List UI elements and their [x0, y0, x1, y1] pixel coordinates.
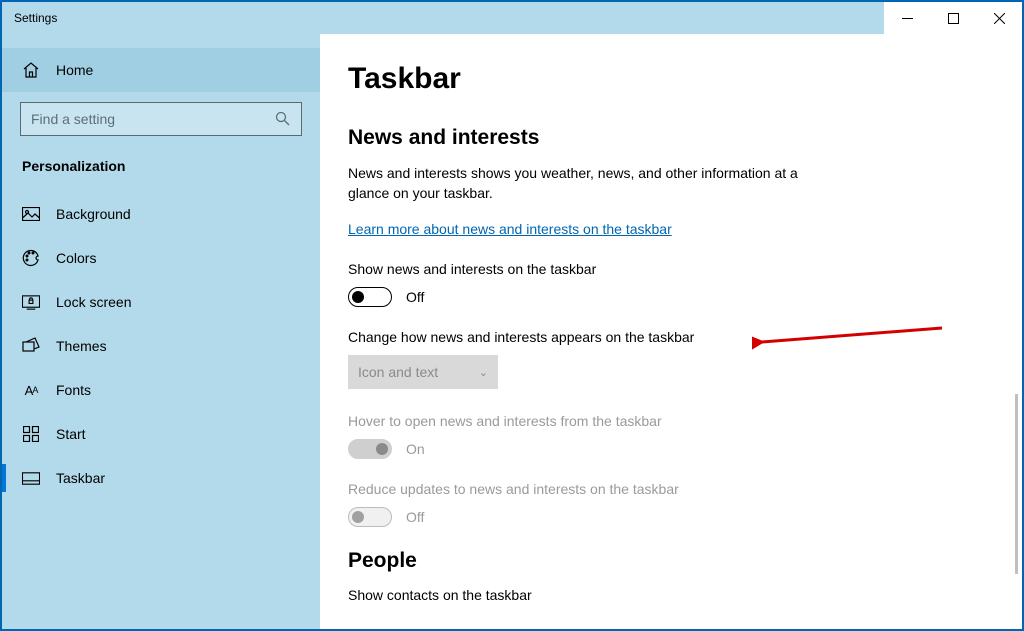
section-news-desc: News and interests shows you weather, ne…	[348, 164, 808, 203]
sidebar-item-label: Taskbar	[56, 470, 105, 486]
sidebar-item-label: Background	[56, 206, 131, 222]
show-news-state: Off	[406, 289, 424, 305]
hover-open-toggle	[348, 439, 392, 459]
show-news-toggle[interactable]	[348, 287, 392, 307]
settings-window: Settings Home	[0, 0, 1024, 631]
sidebar-item-background[interactable]: Background	[2, 192, 320, 236]
search-input[interactable]	[31, 111, 275, 127]
sidebar-item-themes[interactable]: Themes	[2, 324, 320, 368]
titlebar: Settings	[2, 2, 1022, 34]
themes-icon	[22, 337, 40, 355]
picture-icon	[22, 205, 40, 223]
section-news-heading: News and interests	[348, 126, 1022, 150]
sidebar-item-label: Start	[56, 426, 86, 442]
sidebar-item-fonts[interactable]: AA Fonts	[2, 368, 320, 412]
search-box[interactable]	[20, 102, 302, 136]
fonts-icon: AA	[22, 381, 40, 399]
chevron-down-icon: ⌄	[479, 366, 488, 379]
appearance-dropdown[interactable]: Icon and text ⌄	[348, 355, 498, 389]
sidebar-item-label: Fonts	[56, 382, 91, 398]
home-icon	[22, 61, 40, 79]
content-pane: Taskbar News and interests News and inte…	[320, 34, 1022, 629]
search-wrap	[2, 92, 320, 144]
hover-open-label: Hover to open news and interests from th…	[348, 413, 1022, 429]
sidebar-item-start[interactable]: Start	[2, 412, 320, 456]
appearance-label: Change how news and interests appears on…	[348, 329, 1022, 345]
reduce-updates-state: Off	[406, 509, 424, 525]
scrollbar[interactable]	[1015, 394, 1018, 574]
sidebar-item-label: Lock screen	[56, 294, 131, 310]
show-news-label: Show news and interests on the taskbar	[348, 261, 1022, 277]
show-contacts-label: Show contacts on the taskbar	[348, 587, 1022, 603]
sidebar-item-label: Colors	[56, 250, 96, 266]
home-label: Home	[56, 62, 93, 78]
monitor-lock-icon	[22, 293, 40, 311]
category-heading: Personalization	[2, 144, 320, 192]
sidebar-item-label: Themes	[56, 338, 107, 354]
home-nav[interactable]: Home	[2, 48, 320, 92]
start-grid-icon	[22, 425, 40, 443]
sidebar: Home Personalization	[2, 34, 320, 629]
close-button[interactable]	[976, 2, 1022, 34]
maximize-button[interactable]	[930, 2, 976, 34]
sidebar-item-lock-screen[interactable]: Lock screen	[2, 280, 320, 324]
search-icon	[275, 111, 291, 127]
sidebar-item-taskbar[interactable]: Taskbar	[2, 456, 320, 500]
sidebar-item-colors[interactable]: Colors	[2, 236, 320, 280]
hover-open-state: On	[406, 441, 425, 457]
page-title: Taskbar	[348, 62, 1022, 96]
learn-more-link[interactable]: Learn more about news and interests on t…	[348, 221, 672, 237]
reduce-updates-toggle	[348, 507, 392, 527]
appearance-value: Icon and text	[358, 364, 438, 380]
minimize-button[interactable]	[884, 2, 930, 34]
window-title: Settings	[14, 11, 884, 25]
reduce-updates-label: Reduce updates to news and interests on …	[348, 481, 1022, 497]
window-body: Home Personalization	[2, 34, 1022, 629]
palette-icon	[22, 249, 40, 267]
section-people-heading: People	[348, 549, 1022, 573]
taskbar-icon	[22, 469, 40, 487]
